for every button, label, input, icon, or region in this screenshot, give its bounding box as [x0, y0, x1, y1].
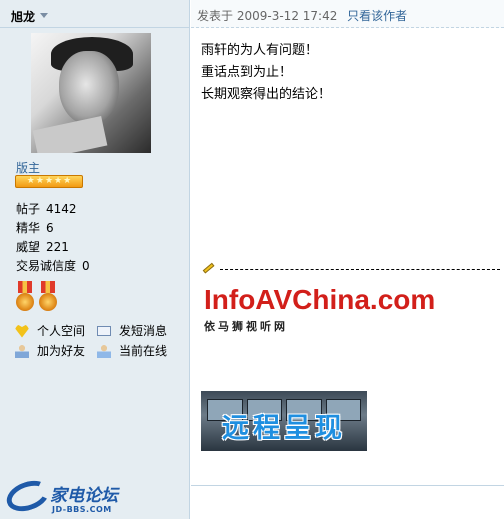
- stat-trade-credit: 交易诚信度 0: [16, 257, 90, 274]
- author-name[interactable]: 旭龙: [11, 8, 35, 25]
- stat-digest: 精华 6: [16, 219, 54, 236]
- author-panel: 旭龙 版主 ★ ★ ★ ★ ★ 帖子 4142 精华 6 威望 221 交易诚信度 0 …: [0, 0, 190, 519]
- personal-space-label: 个人空间: [37, 324, 86, 338]
- star-icon: ★: [63, 176, 72, 186]
- heart-icon: [15, 324, 29, 338]
- send-message-label: 发短消息: [119, 324, 168, 338]
- avatar-hand: [32, 116, 108, 153]
- star-icon: ★: [35, 176, 44, 186]
- send-message-link[interactable]: 发短消息: [97, 322, 167, 339]
- forum-logo-swoosh: [2, 475, 54, 517]
- mail-icon: [97, 325, 111, 336]
- personal-space-link[interactable]: 个人空间: [15, 322, 85, 339]
- post-line: 重话点到为止！: [201, 65, 293, 80]
- stat-prestige: 威望 221: [16, 238, 69, 255]
- add-friend-link[interactable]: 加为好友: [15, 342, 85, 359]
- post-meta-prefix: 发表于: [197, 9, 234, 23]
- post-content: 雨轩的为人有问题！ 重话点到为止！ 长期观察得出的结论！: [201, 40, 331, 106]
- divider-line: [220, 269, 500, 270]
- stat-label: 威望: [16, 240, 41, 254]
- infoav-logo-text: InfoAVChina.com: [204, 284, 436, 315]
- only-author-link[interactable]: 只看该作者: [347, 9, 407, 23]
- chevron-down-icon[interactable]: [40, 13, 48, 18]
- medal-icon[interactable]: [38, 281, 58, 311]
- online-status[interactable]: 当前在线: [97, 342, 167, 359]
- pencil-icon: [202, 262, 215, 274]
- post-meta: 发表于 2009-3-12 17:42 只看该作者: [197, 7, 407, 24]
- online-status-label: 当前在线: [119, 344, 168, 358]
- forum-logo[interactable]: 家电论坛 JD-BBS.COM: [2, 475, 136, 518]
- infoav-wordmark: InfoAVChina.com: [204, 284, 436, 315]
- avatar-face: [59, 51, 119, 125]
- medal-icon[interactable]: [15, 281, 35, 311]
- post-line: 长期观察得出的结论！: [201, 87, 332, 102]
- user-online-icon: [97, 343, 111, 358]
- star-icon: ★: [26, 176, 35, 186]
- signature-divider: [202, 262, 504, 274]
- stat-value: 4142: [46, 202, 77, 216]
- post-timestamp: 2009-3-12 17:42: [236, 9, 338, 23]
- star-icon: ★: [44, 176, 54, 186]
- author-role[interactable]: 版主: [16, 159, 40, 176]
- avatar[interactable]: [31, 33, 151, 153]
- remote-presence-banner[interactable]: 远程呈现: [201, 391, 367, 451]
- forum-logo-url: JD-BBS.COM: [52, 505, 112, 514]
- post-header: 发表于 2009-3-12 17:42 只看该作者: [191, 0, 504, 28]
- post-footer-divider: [191, 485, 504, 486]
- post-line: 雨轩的为人有问题！: [201, 43, 319, 58]
- stat-value: 6: [46, 221, 54, 235]
- add-friend-label: 加为好友: [37, 344, 86, 358]
- stat-posts: 帖子 4142: [16, 200, 77, 217]
- infoav-logo[interactable]: InfoAVChina.com 依马狮视听网: [204, 284, 436, 335]
- forum-logo-name: 家电论坛: [50, 486, 118, 506]
- star-icon: ★: [54, 176, 63, 186]
- stat-value: 0: [82, 259, 90, 273]
- banner-title: 远程呈现: [222, 413, 346, 444]
- author-bar: 旭龙: [0, 0, 190, 28]
- rank-stars: ★ ★ ★ ★ ★: [15, 175, 83, 188]
- add-user-icon: [15, 343, 29, 358]
- stat-label: 精华: [16, 221, 41, 235]
- stat-label: 交易诚信度: [16, 259, 77, 273]
- infoav-subtitle: 依马狮视听网: [204, 320, 288, 333]
- stat-value: 221: [46, 240, 69, 254]
- stat-label: 帖子: [16, 202, 41, 216]
